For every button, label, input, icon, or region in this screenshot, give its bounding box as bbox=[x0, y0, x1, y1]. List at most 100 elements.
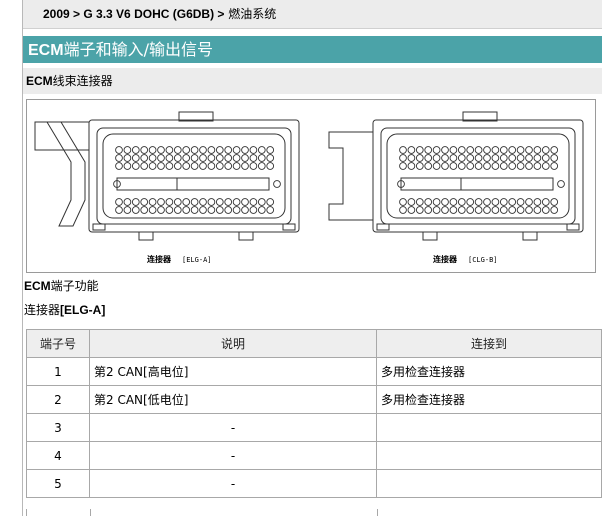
pin-hole bbox=[157, 146, 165, 154]
pin-hole bbox=[266, 162, 275, 170]
terminal-number: 4 bbox=[26, 441, 90, 470]
pin-hole bbox=[525, 146, 533, 154]
pin-hole bbox=[508, 162, 517, 170]
connector-id-code: [ELG-A] bbox=[60, 303, 106, 317]
pin-hole bbox=[483, 146, 491, 154]
pin-hole bbox=[466, 154, 475, 162]
pin-hole bbox=[215, 206, 224, 214]
pin-hole bbox=[424, 198, 433, 206]
pin-hole bbox=[441, 198, 449, 206]
pin-hole bbox=[466, 146, 475, 154]
pin-hole bbox=[541, 154, 550, 162]
pin-hole bbox=[525, 206, 533, 214]
pin-hole bbox=[232, 198, 241, 206]
pin-hole bbox=[182, 162, 191, 170]
pin-hole bbox=[241, 206, 249, 214]
pin-hole bbox=[123, 198, 132, 206]
pin-hole bbox=[457, 162, 466, 170]
pin-hole bbox=[508, 206, 517, 214]
pin-hole bbox=[466, 162, 475, 170]
pin-hole bbox=[441, 206, 449, 214]
pin-hole bbox=[541, 162, 550, 170]
pin-hole bbox=[533, 146, 542, 154]
pin-hole bbox=[415, 206, 424, 214]
terminal-description: 第2 CAN[低电位] bbox=[89, 385, 377, 414]
pin-hole bbox=[483, 198, 491, 206]
pin-hole bbox=[474, 146, 483, 154]
pin-hole bbox=[190, 146, 199, 154]
pin-hole bbox=[533, 162, 542, 170]
pin-hole bbox=[407, 146, 416, 154]
terminal-number: 3 bbox=[26, 413, 90, 442]
pin-hole bbox=[415, 198, 424, 206]
pin-hole bbox=[257, 198, 266, 206]
pin-hole bbox=[424, 146, 433, 154]
table-row: 5 - bbox=[26, 469, 602, 498]
connector-diagram: 连接器 [ELG-A] 连接器 [CLG-B] bbox=[26, 99, 596, 273]
pin-hole bbox=[157, 162, 165, 170]
pin-hole bbox=[199, 154, 207, 162]
pin-hole bbox=[466, 206, 475, 214]
right-connector-code: [CLG-B] bbox=[468, 256, 498, 264]
left-connector-code: [ELG-A] bbox=[182, 256, 212, 264]
pin-hole bbox=[224, 206, 233, 214]
pin-hole bbox=[173, 146, 182, 154]
pin-hole bbox=[182, 206, 191, 214]
pin-hole bbox=[432, 162, 441, 170]
pin-hole bbox=[157, 206, 165, 214]
pin-hole bbox=[232, 146, 241, 154]
pin-hole bbox=[115, 198, 123, 206]
pin-hole bbox=[199, 206, 207, 214]
pin-hole bbox=[499, 206, 508, 214]
pin-hole bbox=[541, 146, 550, 154]
pin-hole bbox=[399, 154, 407, 162]
pin-hole bbox=[207, 198, 216, 206]
pin-hole bbox=[199, 162, 207, 170]
pin-hole bbox=[215, 154, 224, 162]
terminal-connection: 多用检查连接器 bbox=[376, 385, 602, 414]
breadcrumb-path[interactable]: 2009 > G 3.3 V6 DOHC (G6DB) > bbox=[43, 7, 224, 21]
pin-hole bbox=[432, 206, 441, 214]
connector-diagram-drawing: 连接器 [ELG-A] 连接器 [CLG-B] bbox=[34, 111, 584, 264]
pin-hole bbox=[190, 154, 199, 162]
pin-hole bbox=[407, 206, 416, 214]
breadcrumb: 2009 > G 3.3 V6 DOHC (G6DB) > 燃油系统 bbox=[23, 0, 602, 29]
header-description: 说明 bbox=[89, 329, 377, 358]
pin-hole bbox=[241, 162, 249, 170]
pin-hole bbox=[115, 146, 123, 154]
pin-hole bbox=[550, 198, 559, 206]
pin-hole bbox=[499, 162, 508, 170]
pin-hole bbox=[499, 154, 508, 162]
terminal-number: 2 bbox=[26, 385, 90, 414]
table-header-row: 端子号 说明 连接到 bbox=[26, 329, 602, 358]
pin-hole bbox=[148, 154, 157, 162]
section-title: ECM端子和输入/输出信号 bbox=[23, 36, 602, 63]
pin-hole bbox=[457, 206, 466, 214]
pin-hole bbox=[249, 206, 258, 214]
pin-hole bbox=[131, 162, 140, 170]
terminal-connection bbox=[376, 413, 602, 442]
terminal-number: 5 bbox=[26, 469, 90, 498]
right-connector-caption: 连接器 bbox=[433, 254, 458, 264]
pin-hole bbox=[474, 198, 483, 206]
pin-hole bbox=[131, 198, 140, 206]
pin-hole bbox=[165, 198, 174, 206]
pin-hole bbox=[249, 198, 258, 206]
pin-hole bbox=[424, 162, 433, 170]
pin-hole bbox=[190, 206, 199, 214]
pin-hole bbox=[557, 180, 565, 188]
pin-hole bbox=[207, 154, 216, 162]
table-row: 2 第2 CAN[低电位] 多用检查连接器 bbox=[26, 385, 602, 414]
pin-hole bbox=[131, 146, 140, 154]
pin-hole bbox=[224, 162, 233, 170]
pin-hole bbox=[173, 162, 182, 170]
pin-hole bbox=[157, 198, 165, 206]
pin-hole bbox=[407, 198, 416, 206]
pin-hole bbox=[483, 206, 491, 214]
pin-hole bbox=[474, 206, 483, 214]
terminal-description: - bbox=[89, 469, 377, 498]
pin-hole bbox=[525, 154, 533, 162]
terminal-function-prefix: ECM bbox=[24, 279, 51, 293]
harness-connector-heading: ECM线束连接器 bbox=[23, 68, 602, 94]
harness-heading-text: 线束连接器 bbox=[52, 74, 113, 88]
